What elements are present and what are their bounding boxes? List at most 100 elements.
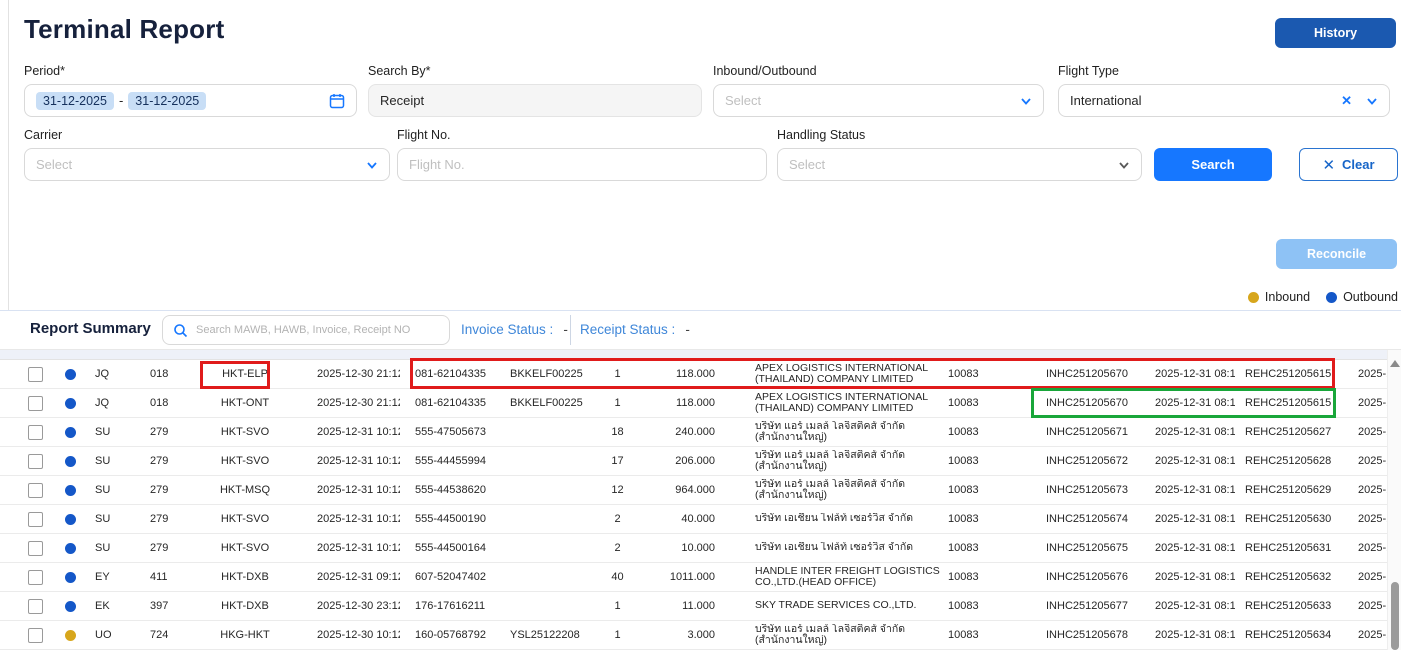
next-date-cell: 2025-12	[1335, 426, 1387, 438]
period-from[interactable]: 31-12-2025	[36, 92, 114, 110]
search-by-field[interactable]: Receipt	[368, 84, 702, 117]
row-checkbox[interactable]	[28, 628, 43, 643]
flight-no-input[interactable]: Flight No.	[397, 148, 767, 181]
row-checkbox[interactable]	[28, 425, 43, 440]
row-checkbox[interactable]	[28, 396, 43, 411]
period-field[interactable]: 31-12-2025 - 31-12-2025	[24, 84, 357, 117]
invoice-datetime-cell: 2025-12-31 08:12	[1145, 397, 1235, 409]
handling-status-select[interactable]: Select	[777, 148, 1142, 181]
mawb-cell: 081-62104335	[400, 397, 495, 409]
search-icon	[173, 323, 188, 338]
weight-cell: 11.000	[640, 600, 715, 612]
calendar-icon[interactable]	[329, 93, 345, 109]
clear-button[interactable]: ✕ Clear	[1299, 148, 1398, 181]
invoice-status-label: Invoice Status :	[461, 322, 553, 337]
weight-cell: 40.000	[640, 513, 715, 525]
scroll-up-icon[interactable]	[1390, 360, 1400, 367]
period-to[interactable]: 31-12-2025	[128, 92, 206, 110]
flight-type-value: International	[1070, 93, 1142, 108]
row-checkbox[interactable]	[28, 541, 43, 556]
next-date-cell: 2025-12	[1335, 571, 1387, 583]
row-checkbox[interactable]	[28, 483, 43, 498]
summary-search-input[interactable]: Search MAWB, HAWB, Invoice, Receipt NO	[162, 315, 450, 345]
invoice-no-cell: INHC251205671	[1035, 426, 1145, 438]
receipt-no-cell: REHC251205615	[1235, 397, 1335, 409]
pieces-cell: 40	[595, 571, 640, 583]
flight-no-cell: 724	[150, 629, 195, 641]
row-checkbox[interactable]	[28, 512, 43, 527]
flight-datetime-cell: 2025-12-31 10:12	[295, 426, 400, 438]
chevron-down-icon[interactable]	[1118, 159, 1130, 171]
carrier-select[interactable]: Select	[24, 148, 390, 181]
route-cell: HKG-HKT	[195, 629, 295, 641]
outbound-dot-icon	[1326, 292, 1337, 303]
invoice-datetime-cell: 2025-12-31 08:12	[1145, 484, 1235, 496]
outbound-dot-icon	[65, 572, 76, 583]
code-cell: 10083	[940, 513, 1035, 525]
pieces-cell: 2	[595, 513, 640, 525]
weight-cell: 3.000	[640, 629, 715, 641]
mawb-cell: 555-47505673	[400, 426, 495, 438]
chevron-down-icon[interactable]	[366, 159, 378, 171]
flight-datetime-cell: 2025-12-31 10:12	[295, 513, 400, 525]
row-checkbox[interactable]	[28, 599, 43, 614]
outbound-dot-icon	[65, 514, 76, 525]
hawb-cell: BKKELF00225	[495, 368, 595, 380]
search-by-label: Search By*	[368, 64, 431, 78]
row-checkbox[interactable]	[28, 367, 43, 382]
receipt-no-cell: REHC251205628	[1235, 455, 1335, 467]
c-dot	[56, 543, 84, 554]
invoice-no-cell: INHC251205672	[1035, 455, 1145, 467]
flight-type-clear-icon[interactable]: ✕	[1341, 93, 1352, 109]
mawb-cell: 081-62104335	[400, 368, 495, 380]
inbound-outbound-select[interactable]: Select	[713, 84, 1044, 117]
reconcile-button[interactable]: Reconcile	[1276, 239, 1397, 269]
code-cell: 10083	[940, 368, 1035, 380]
legend-outbound-label: Outbound	[1343, 290, 1398, 304]
invoice-datetime-cell: 2025-12-31 08:12	[1145, 455, 1235, 467]
chevron-down-icon[interactable]	[1020, 95, 1032, 107]
c-check	[0, 570, 56, 585]
invoice-datetime-cell: 2025-12-31 08:12	[1145, 426, 1235, 438]
code-cell: 10083	[940, 455, 1035, 467]
c-check	[0, 628, 56, 643]
receipt-status-label: Receipt Status :	[580, 322, 675, 337]
c-dot	[56, 427, 84, 438]
outbound-dot-icon	[65, 543, 76, 554]
search-by-value: Receipt	[380, 93, 424, 108]
scrollbar-thumb[interactable]	[1391, 582, 1399, 650]
c-check	[0, 425, 56, 440]
next-date-cell: 2025-12	[1335, 542, 1387, 554]
chevron-down-icon[interactable]	[1366, 95, 1378, 107]
mawb-cell: 607-52047402	[400, 571, 495, 583]
invoice-no-cell: INHC251205670	[1035, 368, 1145, 380]
flight-no-cell: 397	[150, 600, 195, 612]
outbound-dot-icon	[65, 369, 76, 380]
status-divider	[570, 315, 571, 345]
table-body: JQ018HKT-ELP2025-12-30 21:12081-62104335…	[0, 360, 1387, 650]
invoice-no-cell: INHC251205678	[1035, 629, 1145, 641]
inbound-dot-icon	[1248, 292, 1259, 303]
vertical-scrollbar[interactable]	[1387, 350, 1401, 650]
next-date-cell: 2025-12	[1335, 600, 1387, 612]
row-checkbox[interactable]	[28, 570, 43, 585]
c-dot	[56, 630, 84, 641]
table-row: EK397HKT-DXB2025-12-30 23:12176-17616211…	[0, 592, 1387, 621]
weight-cell: 10.000	[640, 542, 715, 554]
history-button[interactable]: History	[1275, 18, 1396, 48]
search-button[interactable]: Search	[1154, 148, 1272, 181]
flight-type-select[interactable]: International ✕	[1058, 84, 1390, 117]
flight-no-label: Flight No.	[397, 128, 451, 142]
period-label: Period*	[24, 64, 65, 78]
route-cell: HKT-DXB	[195, 571, 295, 583]
clear-button-label: Clear	[1342, 157, 1375, 172]
row-checkbox[interactable]	[28, 454, 43, 469]
receipt-no-cell: REHC251205632	[1235, 571, 1335, 583]
period-separator: -	[119, 93, 123, 108]
invoice-datetime-cell: 2025-12-31 08:12	[1145, 513, 1235, 525]
pieces-cell: 1	[595, 629, 640, 641]
code-cell: 10083	[940, 542, 1035, 554]
page-title: Terminal Report	[24, 14, 224, 45]
invoice-no-cell: INHC251205673	[1035, 484, 1145, 496]
receipt-no-cell: REHC251205627	[1235, 426, 1335, 438]
